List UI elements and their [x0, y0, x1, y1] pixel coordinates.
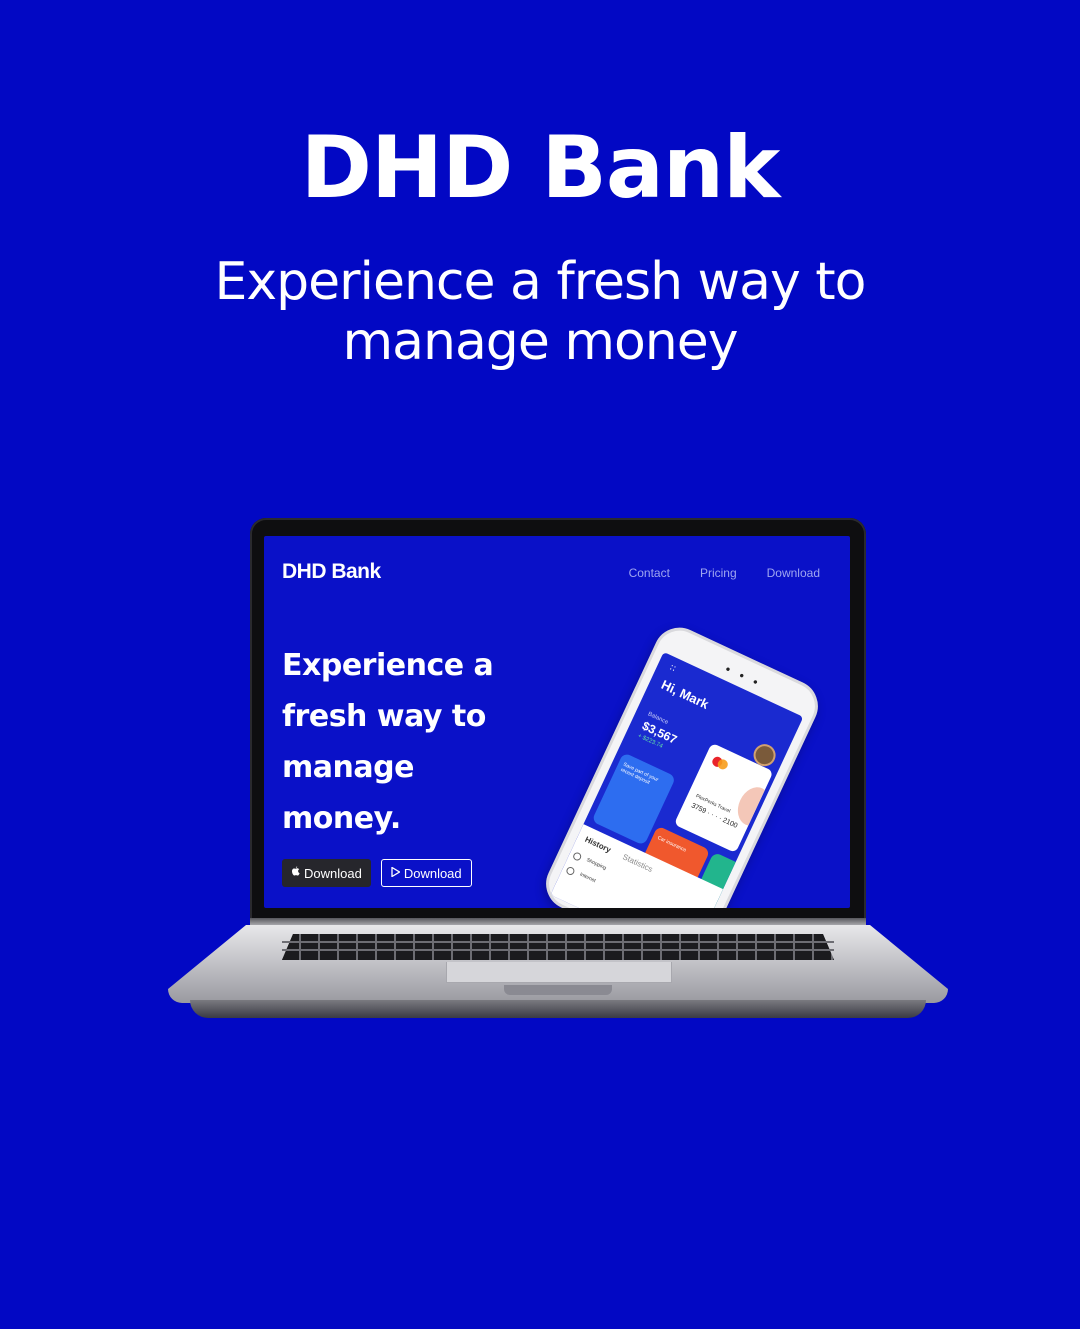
- laptop-keyboard: [282, 934, 834, 960]
- nav-link-download[interactable]: Download: [767, 566, 820, 580]
- phone-screen: :: Hi, Mark Balance $3,567 + $223.74 Ple…: [550, 651, 804, 908]
- app-store-download-button[interactable]: Download: [282, 859, 371, 887]
- laptop-notch: [504, 985, 612, 995]
- phone-mockup: ••• :: Hi, Mark Balance $3,567 + $223.74…: [537, 619, 827, 908]
- apple-icon: [291, 866, 300, 880]
- app-store-download-label: Download: [304, 865, 362, 881]
- hero-title: DHD Bank: [300, 118, 781, 218]
- page: DHD Bank Experience a fresh way to manag…: [0, 0, 1080, 1329]
- play-store-download-button[interactable]: Download: [380, 859, 472, 887]
- site-brand-logo[interactable]: DHD Bank: [282, 560, 381, 584]
- phone-menu-icon: ::: [667, 662, 678, 675]
- nav-link-contact[interactable]: Contact: [629, 566, 670, 580]
- hero-subtitle: Experience a fresh way to manage money: [214, 252, 867, 372]
- play-store-download-label: Download: [403, 865, 462, 881]
- laptop-base-edge: [190, 1000, 926, 1018]
- play-icon: [391, 866, 401, 880]
- laptop-trackpad: [446, 962, 672, 983]
- laptop-screen: DHD Bank Contact Pricing Download Experi…: [264, 536, 850, 908]
- site-nav: Contact Pricing Download: [629, 566, 820, 580]
- keyboard-row-divider: [282, 941, 834, 943]
- phone-greeting: Hi, Mark: [659, 676, 712, 712]
- nav-link-pricing[interactable]: Pricing: [700, 566, 737, 580]
- site-headline: Experience a fresh way to manage money.: [282, 648, 494, 836]
- keyboard-row-divider: [282, 949, 834, 951]
- download-buttons: Download Download: [282, 859, 472, 887]
